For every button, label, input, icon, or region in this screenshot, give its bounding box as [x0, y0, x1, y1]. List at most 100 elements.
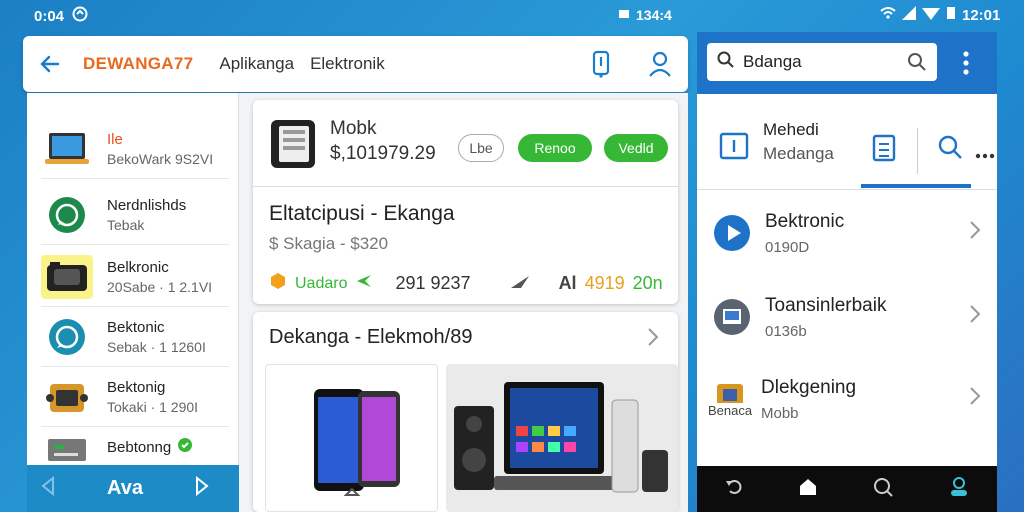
phone-icon[interactable] — [590, 50, 612, 83]
bottom-bar-label[interactable]: Ava — [107, 477, 143, 500]
card-subtitle: $ Skagia - $320 — [269, 234, 389, 253]
green-button-vedld[interactable]: Vedld — [604, 134, 668, 162]
chevron-right-icon — [969, 386, 981, 411]
outline-button[interactable]: Lbe — [458, 134, 504, 162]
footer-number: 291 9237 — [395, 273, 471, 293]
search-tab-icon[interactable] — [937, 134, 963, 165]
sidebar-item-title: Belkronic — [107, 258, 169, 276]
list-item-3[interactable]: Benaca Dlekgening Mobb — [697, 356, 997, 442]
tab-aplikanga[interactable]: Aplikanga — [219, 54, 294, 74]
wifi-icon — [880, 6, 896, 24]
sidebar-item-5[interactable]: Bektonig Tokaki · 1 290I — [41, 367, 229, 427]
collection-card[interactable]: Dekanga - Elekmoh/89 — [253, 312, 678, 512]
card-footer: Uadaro 291 9237 Al 4919 20n — [269, 272, 669, 295]
search-field[interactable]: Bdanga — [707, 43, 937, 81]
search-nav-icon[interactable] — [872, 476, 894, 503]
play-icon — [713, 214, 751, 252]
laptop-icon — [41, 127, 93, 171]
send-icon[interactable] — [509, 272, 531, 295]
sidebar-item-subtitle: 20Sabe · 1 2.1VI — [107, 278, 213, 295]
tab-elektronik[interactable]: Elektronik — [310, 54, 385, 74]
list-item-1[interactable]: Bektronic 0190D — [697, 190, 997, 276]
user-icon[interactable] — [648, 50, 672, 83]
divider — [253, 186, 678, 187]
card-title: Eltatcipusi - Ekanga — [269, 202, 455, 225]
list-item-title: Dlekgening — [761, 376, 857, 398]
home-nav-icon[interactable] — [798, 477, 818, 502]
box-icon — [41, 375, 93, 419]
search-submit-icon[interactable] — [907, 52, 927, 77]
sync-icon — [72, 6, 88, 26]
list-item-subtitle: 0136b — [765, 322, 807, 340]
footer-a: Al — [558, 273, 577, 293]
profile-nav-icon[interactable] — [948, 476, 970, 503]
list-item-2[interactable]: Toansinlerbaik 0136b — [697, 274, 997, 360]
devices-image[interactable] — [446, 364, 678, 512]
status-bar-mid: 134:4 — [618, 7, 672, 23]
status-time-mid: 134:4 — [636, 7, 672, 23]
footer-number-2: 4919 — [584, 273, 625, 293]
sidebar-item-4[interactable]: Bektonic Sebak · 1 1260I — [41, 307, 229, 367]
smartphone-image[interactable] — [265, 364, 438, 512]
tab-title[interactable]: Mehedi — [763, 120, 819, 140]
product-name: Mobk — [330, 118, 377, 139]
sidebar-item-6[interactable]: Bebtonng — [41, 427, 229, 467]
system-nav-bar — [697, 466, 997, 512]
sidebar-item-subtitle: Sebak · 1 1260I — [107, 338, 206, 355]
list-item-title: Bektronic — [765, 210, 845, 232]
search-icon — [717, 51, 735, 74]
sidebar-item-title: Ile — [107, 130, 123, 148]
back-arrow-icon[interactable] — [37, 51, 63, 77]
chevron-right-icon — [969, 304, 981, 329]
brand-logo-text[interactable]: DEWANGA77 — [83, 54, 193, 74]
list-item-subtitle: 0190D — [765, 238, 810, 256]
more-vertical-icon[interactable] — [962, 50, 970, 81]
battery-full-icon — [946, 6, 956, 24]
battery-icon — [618, 7, 630, 23]
camera-icon — [41, 254, 93, 299]
sidebar-item-title: Bektonic — [107, 318, 165, 336]
back-nav-icon[interactable] — [724, 477, 744, 502]
sidebar-item-1[interactable]: Ile BekoWark 9S2VI — [41, 119, 229, 179]
sidebar-item-title: Bebtonng — [107, 438, 172, 456]
verified-badge-icon — [177, 437, 193, 458]
sidebar-item-subtitle: BekoWark 9S2VI — [107, 150, 214, 167]
signal-icon — [902, 6, 916, 24]
right-tab-bar: Mehedi Medanga — [697, 94, 997, 190]
chevron-right-icon — [969, 220, 981, 245]
prev-arrow-icon[interactable] — [39, 475, 57, 501]
next-arrow-icon[interactable] — [193, 475, 211, 501]
category-sidebar: Ile BekoWark 9S2VI Nerdnlishds Tebak Bel… — [27, 93, 239, 465]
sidebar-item-subtitle: Tebak — [107, 216, 145, 233]
list-item-title: Toansinlerbaik — [765, 294, 887, 316]
tab-subtitle: Medanga — [763, 144, 834, 163]
product-card[interactable]: Mobk $,101979.29 Lbe Renoo Vedld Eltatci… — [253, 100, 678, 304]
right-list: Bektronic 0190D Toansinlerbaik 0136b Ben… — [697, 190, 997, 466]
footer-label: Uadaro — [295, 274, 348, 292]
screen-icon — [713, 298, 751, 336]
list-item-prefix: Benaca — [707, 403, 753, 418]
sidebar-item-2[interactable]: Nerdnlishds Tebak — [41, 185, 229, 245]
arrow-right-icon — [355, 273, 373, 294]
status-bar-left: 0:04 — [34, 6, 88, 26]
hexagon-icon — [269, 272, 287, 295]
list-item-subtitle: Mobb — [761, 404, 799, 422]
product-price: $,101979.29 — [330, 143, 436, 164]
sidebar-item-3[interactable]: Belkronic 20Sabe · 1 2.1VI — [41, 247, 229, 307]
tab-divider — [917, 128, 918, 174]
active-tab-indicator — [861, 184, 971, 188]
status-time-left: 0:04 — [34, 7, 65, 25]
wifi-full-icon — [922, 6, 940, 24]
router-icon — [41, 425, 93, 469]
info-icon[interactable] — [719, 132, 749, 165]
more-horizontal-icon[interactable] — [975, 146, 995, 164]
search-input-value[interactable]: Bdanga — [743, 52, 802, 72]
sidebar-item-title: Nerdnlishds — [107, 196, 187, 214]
sidebar-item-title: Bektonig — [107, 378, 166, 396]
chat-icon — [41, 315, 93, 359]
clipboard-icon[interactable] — [871, 132, 897, 167]
sidebar-item-subtitle: Tokaki · 1 290I — [107, 398, 199, 415]
green-button-renoo[interactable]: Renoo — [518, 134, 592, 162]
chevron-right-icon[interactable] — [646, 326, 660, 353]
status-time-right: 12:01 — [962, 6, 1001, 24]
